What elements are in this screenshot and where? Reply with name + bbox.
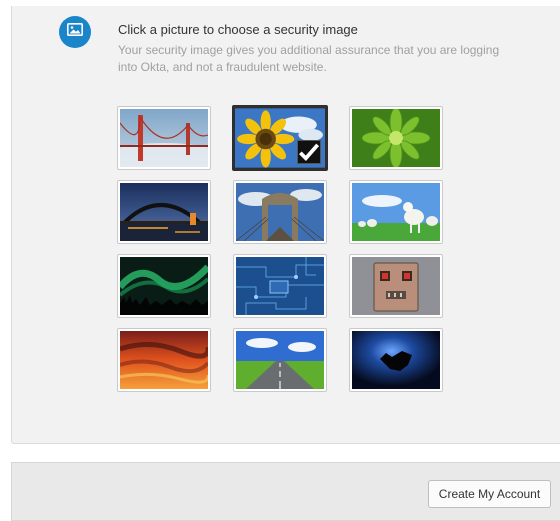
- succulent-photo: [352, 109, 440, 167]
- security-image-road[interactable]: [233, 328, 327, 392]
- open-road-photo: [236, 331, 324, 389]
- brooklyn-bridge-photo: [236, 183, 324, 241]
- security-image-sunflower[interactable]: [232, 105, 328, 171]
- circuit-board-photo: [236, 257, 324, 315]
- selected-checkmark-icon: [297, 140, 321, 164]
- robot-toy-photo: [352, 257, 440, 315]
- golden-gate-photo: [120, 109, 208, 167]
- security-image-golden-gate[interactable]: [117, 106, 211, 170]
- security-image-succulent[interactable]: [349, 106, 443, 170]
- security-image-harbour-bridge[interactable]: [117, 180, 211, 244]
- security-image-brooklyn-bridge[interactable]: [233, 180, 327, 244]
- aurora-photo: [120, 257, 208, 315]
- security-image-badge: [59, 16, 91, 48]
- security-image-sunset[interactable]: [117, 328, 211, 392]
- sunset-clouds-photo: [120, 331, 208, 389]
- page-description: Your security image gives you additional…: [118, 43, 500, 74]
- security-image-circuit[interactable]: [233, 254, 327, 318]
- page-title: Click a picture to choose a security ima…: [118, 22, 358, 37]
- image-icon: [67, 23, 83, 41]
- harbour-bridge-photo: [120, 183, 208, 241]
- eclipse-bat-photo: [352, 331, 440, 389]
- security-image-robot[interactable]: [349, 254, 443, 318]
- create-account-button[interactable]: Create My Account: [428, 480, 551, 508]
- security-image-lambs[interactable]: [349, 180, 443, 244]
- security-image-aurora[interactable]: [117, 254, 211, 318]
- security-image-eclipse[interactable]: [349, 328, 443, 392]
- lambs-photo: [352, 183, 440, 241]
